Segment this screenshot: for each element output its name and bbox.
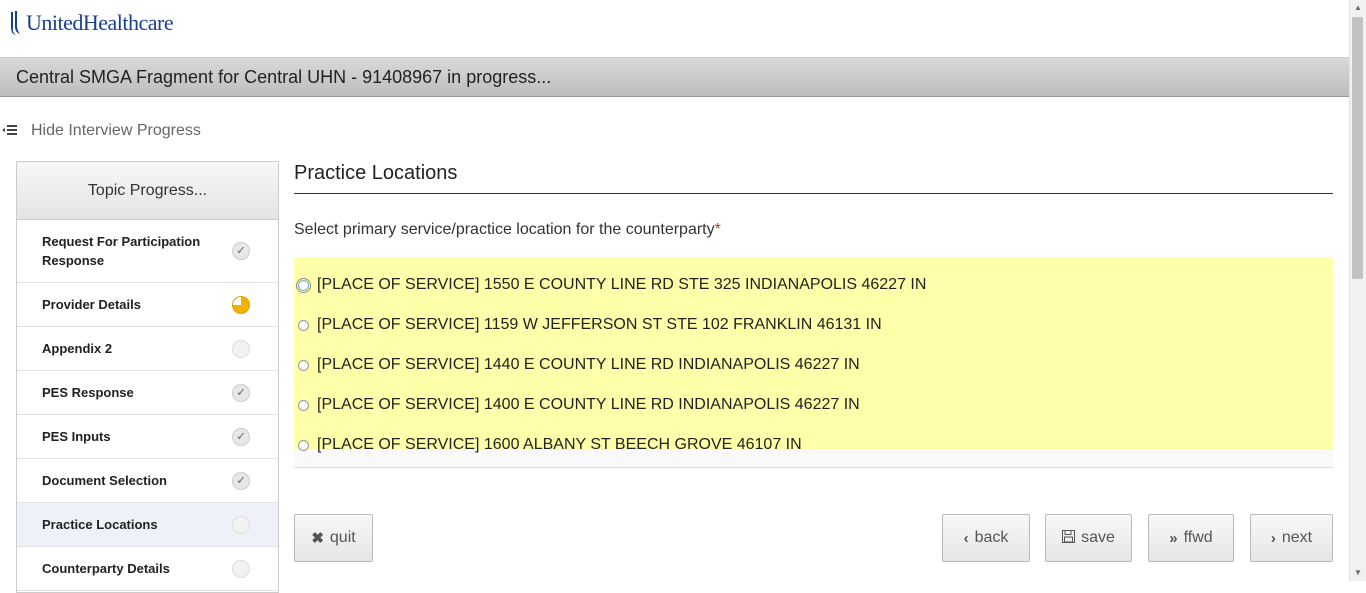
location-option[interactable]: [PLACE OF SERVICE] 1400 E COUNTY LINE RD… bbox=[294, 385, 1333, 425]
quit-button[interactable]: ✖ quit bbox=[294, 514, 373, 562]
location-options: [PLACE OF SERVICE] 1550 E COUNTY LINE RD… bbox=[294, 257, 1333, 453]
hide-progress-label: Hide Interview Progress bbox=[31, 122, 201, 139]
topic-item-document-selection[interactable]: Document Selection ✓ bbox=[17, 459, 278, 503]
vertical-scrollbar[interactable]: ▲ ▼ bbox=[1349, 0, 1366, 581]
check-icon: ✓ bbox=[232, 471, 250, 490]
radio-button[interactable] bbox=[298, 439, 309, 451]
not-started-icon bbox=[232, 559, 250, 578]
header-bar: UnitedHealthcare bbox=[0, 0, 1350, 58]
topic-label: PES Inputs bbox=[42, 429, 111, 444]
topic-label: PES Response bbox=[42, 385, 134, 400]
topic-label: Counterparty Details bbox=[42, 561, 170, 576]
brand-name: UnitedHealthcare bbox=[26, 10, 174, 35]
next-button[interactable]: › next bbox=[1250, 514, 1333, 562]
page-title: Practice Locations bbox=[294, 158, 1333, 194]
double-chevron-right-icon: » bbox=[1169, 529, 1178, 547]
hide-progress-toggle[interactable]: Hide Interview Progress bbox=[2, 122, 201, 140]
option-label: [PLACE OF SERVICE] 1550 E COUNTY LINE RD… bbox=[317, 276, 927, 293]
topic-item-appendix-2[interactable]: Appendix 2 bbox=[17, 327, 278, 371]
question-label: Select primary service/practice location… bbox=[294, 221, 715, 238]
not-started-icon bbox=[232, 515, 250, 534]
back-label: back bbox=[974, 529, 1009, 546]
location-option[interactable]: [PLACE OF SERVICE] 1159 W JEFFERSON ST S… bbox=[294, 305, 1333, 345]
topic-item-counterparty-details[interactable]: Counterparty Details bbox=[17, 547, 278, 591]
check-icon: ✓ bbox=[232, 427, 250, 446]
topic-item-provider-details[interactable]: Provider Details bbox=[17, 283, 278, 327]
location-option[interactable]: [PLACE OF SERVICE] 1440 E COUNTY LINE RD… bbox=[294, 345, 1333, 385]
back-button[interactable]: ‹ back bbox=[942, 514, 1030, 562]
scrollbar-thumb[interactable] bbox=[1352, 17, 1363, 279]
scroll-up-icon[interactable]: ▲ bbox=[1350, 0, 1366, 16]
close-icon: ✖ bbox=[311, 530, 324, 547]
next-label: next bbox=[1281, 529, 1313, 546]
floppy-disk-icon bbox=[1062, 529, 1076, 547]
check-icon: ✓ bbox=[232, 383, 250, 402]
main-content: Practice Locations Select primary servic… bbox=[294, 158, 1333, 562]
radio-button[interactable] bbox=[298, 399, 309, 411]
brand-logo: UnitedHealthcare bbox=[8, 10, 174, 36]
quit-label: quit bbox=[329, 529, 356, 546]
radio-button[interactable] bbox=[298, 359, 309, 371]
chevron-right-icon: › bbox=[1270, 529, 1276, 547]
topic-item-practice-locations[interactable]: Practice Locations bbox=[17, 503, 278, 547]
topic-item-pes-inputs[interactable]: PES Inputs ✓ bbox=[17, 415, 278, 459]
topic-label: Document Selection bbox=[42, 473, 167, 488]
interview-title: Central SMGA Fragment for Central UHN - … bbox=[16, 67, 552, 87]
topic-label: Appendix 2 bbox=[42, 341, 113, 356]
uhc-shield-icon bbox=[11, 11, 20, 35]
menu-collapse-icon bbox=[2, 123, 24, 139]
check-icon: ✓ bbox=[232, 242, 250, 260]
scroll-down-icon[interactable]: ▼ bbox=[1350, 565, 1366, 581]
ffwd-button[interactable]: » ffwd bbox=[1148, 514, 1234, 562]
option-label: [PLACE OF SERVICE] 1159 W JEFFERSON ST S… bbox=[317, 316, 882, 333]
question-text: Select primary service/practice location… bbox=[294, 221, 1333, 239]
not-started-icon bbox=[232, 339, 250, 358]
topic-progress-panel: Topic Progress... Request For Participat… bbox=[16, 161, 279, 593]
topic-label: Request For Participation Response bbox=[42, 234, 201, 268]
save-label: save bbox=[1081, 529, 1115, 546]
radio-button[interactable] bbox=[296, 277, 311, 293]
location-option[interactable]: [PLACE OF SERVICE] 1550 E COUNTY LINE RD… bbox=[294, 265, 1333, 305]
topic-item-pes-response[interactable]: PES Response ✓ bbox=[17, 371, 278, 415]
save-button[interactable]: save bbox=[1045, 514, 1132, 562]
radio-button[interactable] bbox=[298, 319, 309, 331]
in-progress-icon bbox=[232, 295, 250, 314]
chevron-left-icon: ‹ bbox=[963, 529, 969, 547]
interview-title-bar: Central SMGA Fragment for Central UHN - … bbox=[0, 58, 1350, 97]
topic-label: Provider Details bbox=[42, 297, 141, 312]
option-label: [PLACE OF SERVICE] 1440 E COUNTY LINE RD… bbox=[317, 356, 860, 373]
ffwd-label: ffwd bbox=[1183, 529, 1213, 546]
topic-label: Practice Locations bbox=[42, 517, 158, 532]
option-label: [PLACE OF SERVICE] 1600 ALBANY ST BEECH … bbox=[317, 436, 802, 453]
required-marker: * bbox=[714, 221, 721, 238]
topic-item-request-for-participation[interactable]: Request For Participation Response ✓ bbox=[17, 220, 278, 283]
option-label: [PLACE OF SERVICE] 1400 E COUNTY LINE RD… bbox=[317, 396, 860, 413]
topic-progress-header: Topic Progress... bbox=[17, 162, 278, 220]
